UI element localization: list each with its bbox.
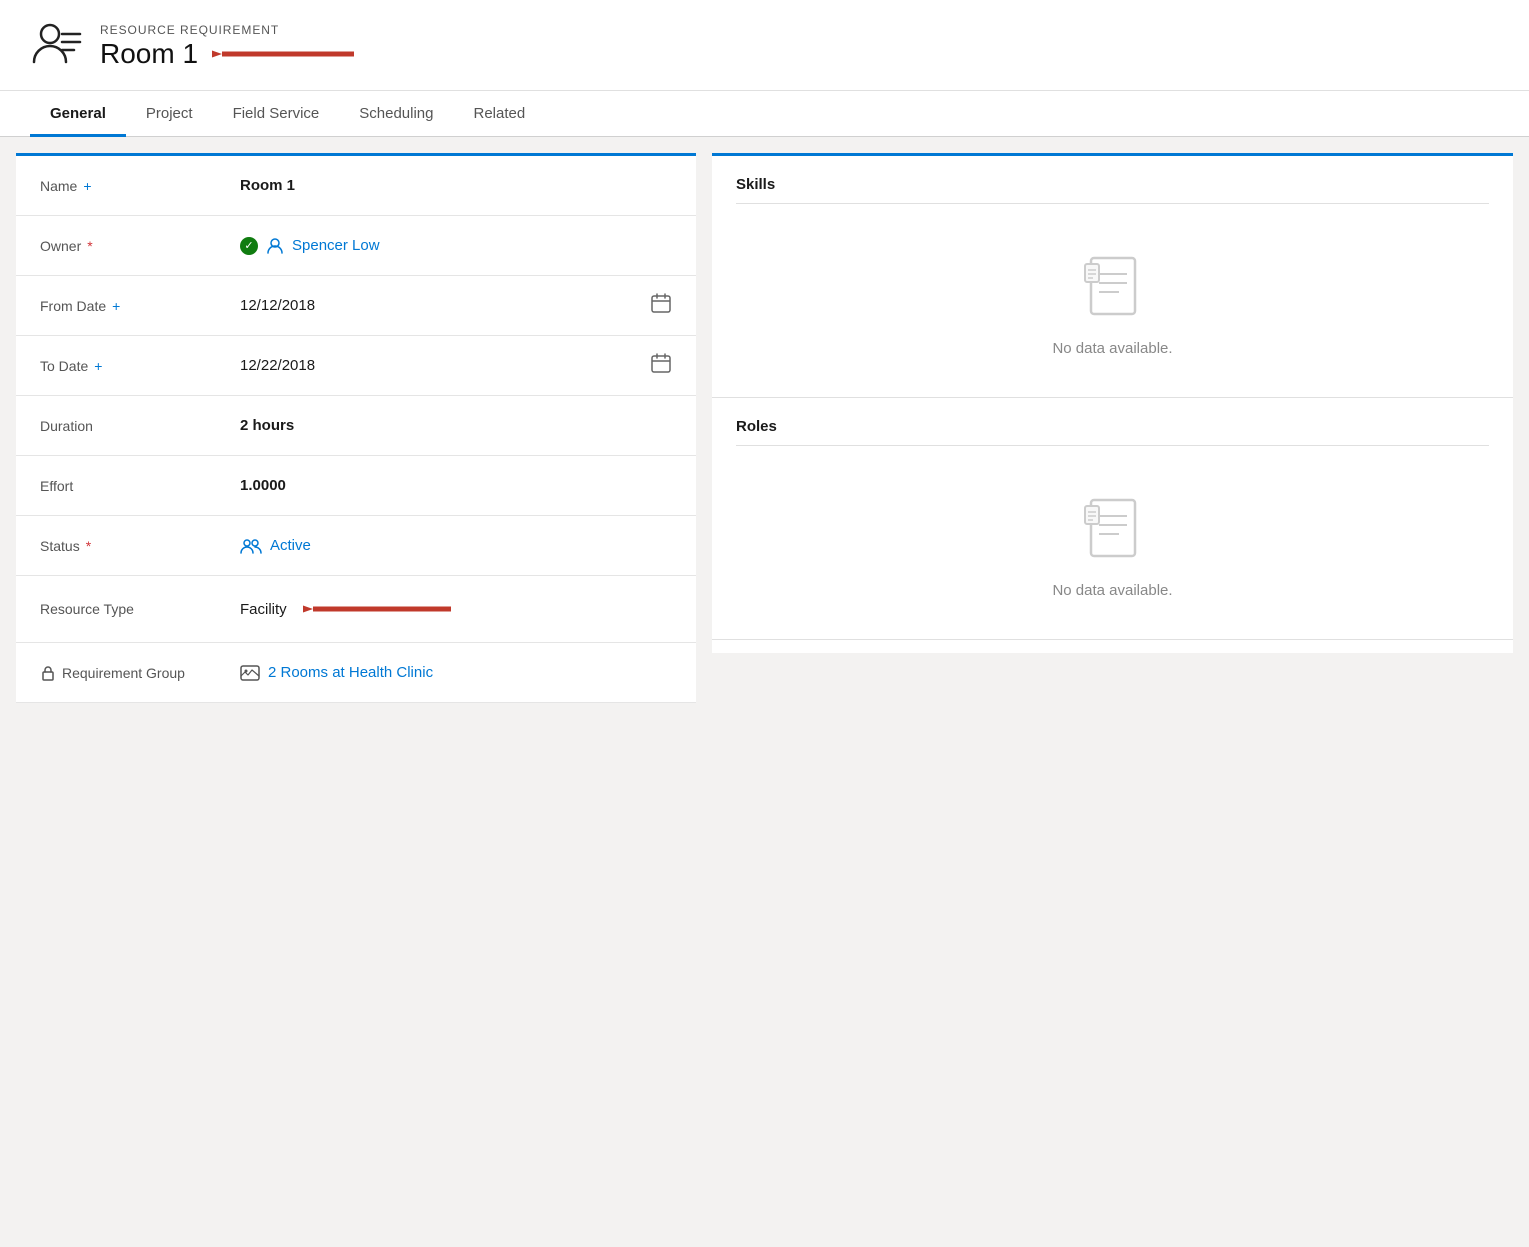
roles-title: Roles (736, 418, 1489, 446)
field-resource-type-row: Resource Type Facility (16, 576, 696, 643)
req-group-image-icon (240, 663, 260, 683)
skills-no-data-text: No data available. (1052, 340, 1172, 357)
field-to-date-label: To Date + (40, 358, 240, 374)
field-effort-value[interactable]: 1.0000 (240, 477, 672, 494)
tab-related[interactable]: Related (454, 91, 546, 137)
skills-empty-icon (1083, 254, 1143, 328)
skills-section: Skills No data available. (712, 156, 1513, 398)
field-from-date-row: From Date + 12/12/2018 (16, 276, 696, 336)
field-requirement-group-row: Requirement Group 2 Rooms at Health Clin… (16, 643, 696, 703)
field-resource-type-value: Facility (240, 592, 672, 626)
person-icon (266, 237, 284, 255)
field-name-value[interactable]: Room 1 (240, 177, 672, 194)
field-requirement-group-value: 2 Rooms at Health Clinic (240, 663, 672, 683)
roles-empty-icon (1083, 496, 1143, 570)
field-duration-label: Duration (40, 418, 240, 434)
resource-requirement-icon (30, 18, 82, 76)
field-status-value: Active (240, 535, 672, 557)
lock-icon (40, 665, 56, 681)
tab-scheduling[interactable]: Scheduling (339, 91, 453, 137)
field-from-date-value: 12/12/2018 (240, 292, 672, 319)
requirement-group-link[interactable]: 2 Rooms at Health Clinic (268, 664, 433, 681)
required-indicator: + (83, 178, 91, 194)
field-owner-value: ✓ Spencer Low (240, 237, 672, 255)
roles-no-data: No data available. (736, 466, 1489, 619)
required-indicator: * (86, 538, 91, 554)
field-effort-label: Effort (40, 478, 240, 494)
tab-bar: General Project Field Service Scheduling… (0, 91, 1529, 137)
field-duration-value[interactable]: 2 hours (240, 417, 672, 434)
skills-title: Skills (736, 176, 1489, 204)
field-owner-label: Owner * (40, 238, 240, 254)
title-arrow-annotation (212, 37, 357, 71)
main-content: Name + Room 1 Owner * ✓ Spencer Low (0, 137, 1529, 719)
owner-verified-icon: ✓ (240, 237, 258, 255)
page-title: Room 1 (100, 38, 198, 70)
roles-section: Roles No data available. (712, 398, 1513, 640)
right-panel: Skills No data available. (712, 153, 1513, 653)
field-status-row: Status * Active (16, 516, 696, 576)
field-status-label: Status * (40, 538, 240, 554)
skills-no-data: No data available. (736, 224, 1489, 377)
field-duration-row: Duration 2 hours (16, 396, 696, 456)
required-indicator: + (94, 358, 102, 374)
roles-no-data-text: No data available. (1052, 582, 1172, 599)
status-group-icon (240, 535, 262, 557)
status-link[interactable]: Active (270, 537, 311, 554)
field-owner-row: Owner * ✓ Spencer Low (16, 216, 696, 276)
required-indicator: * (87, 238, 92, 254)
tab-project[interactable]: Project (126, 91, 213, 137)
page-header: RESOURCE REQUIREMENT Room 1 (0, 0, 1529, 91)
calendar-icon[interactable] (650, 292, 672, 319)
field-from-date-label: From Date + (40, 298, 240, 314)
required-indicator: + (112, 298, 120, 314)
field-effort-row: Effort 1.0000 (16, 456, 696, 516)
resource-type-arrow-annotation (303, 592, 453, 626)
tab-general[interactable]: General (30, 91, 126, 137)
tab-field-service[interactable]: Field Service (213, 91, 340, 137)
owner-link[interactable]: Spencer Low (292, 237, 380, 254)
field-to-date-row: To Date + 12/22/2018 (16, 336, 696, 396)
field-name-label: Name + (40, 178, 240, 194)
header-text-block: RESOURCE REQUIREMENT Room 1 (100, 23, 357, 71)
calendar-icon[interactable] (650, 352, 672, 379)
field-requirement-group-label: Requirement Group (40, 665, 240, 681)
field-to-date-value: 12/22/2018 (240, 352, 672, 379)
field-name-row: Name + Room 1 (16, 156, 696, 216)
page-subtitle: RESOURCE REQUIREMENT (100, 23, 357, 37)
field-resource-type-label: Resource Type (40, 601, 240, 617)
left-panel: Name + Room 1 Owner * ✓ Spencer Low (16, 153, 696, 703)
